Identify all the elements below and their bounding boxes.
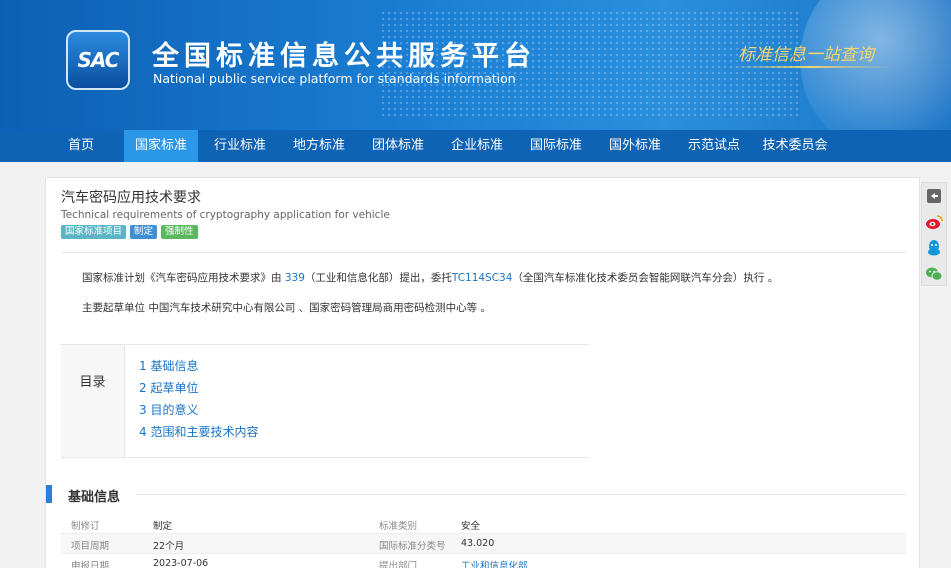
info-key: 项目周期: [71, 541, 110, 552]
info-key: 申报日期: [71, 561, 110, 568]
toc-item-scope[interactable]: 4 范围和主要技术内容: [139, 423, 258, 440]
site-title-cn: 全国标准信息公共服务平台: [152, 41, 536, 72]
tag-project-type: 国家标准项目: [61, 225, 127, 239]
site-title-en: National public service platform for sta…: [153, 71, 516, 86]
toc-item-purpose[interactable]: 3 目的意义: [139, 401, 198, 418]
table-of-contents: 目录 1 基础信息 2 起草单位 3 目的意义 4 范围和主要技术内容: [61, 344, 589, 458]
info-key: 提出部门: [379, 561, 418, 568]
tag-list: 国家标准项目 制定 强制性: [61, 225, 198, 239]
wechat-icon[interactable]: [922, 261, 946, 287]
toc-label: 目录: [61, 345, 125, 457]
info-key: 标准类别: [379, 521, 418, 532]
info-row: 制修订 制定 标准类别 安全: [61, 514, 906, 534]
nav-item-international[interactable]: 国际标准: [519, 130, 593, 162]
nav-item-foreign[interactable]: 国外标准: [598, 130, 672, 162]
sac-logo[interactable]: SAC: [66, 30, 130, 90]
info-value: 安全: [461, 521, 481, 532]
drafting-units-summary: 主要起草单位 中国汽车技术研究中心有限公司 、国家密码管理局商用密码检测中心等 …: [82, 302, 492, 314]
info-key: 制修订: [71, 521, 100, 532]
section-divider: [136, 494, 906, 495]
nav-item-tech-committee[interactable]: 技术委员会: [756, 130, 834, 162]
weibo-icon[interactable]: [922, 209, 946, 235]
back-icon[interactable]: [922, 183, 946, 209]
plan-description: 国家标准计划《汽车密码应用技术要求》由 339（工业和信息化部）提出，委托TC1…: [82, 270, 778, 285]
committee-link[interactable]: TC114SC34: [452, 272, 513, 284]
nav-item-home[interactable]: 首页: [52, 130, 110, 162]
tag-mandatory: 强制性: [161, 225, 198, 239]
proposer-link[interactable]: 339: [285, 272, 305, 284]
main-nav: 首页 国家标准 行业标准 地方标准 团体标准 企业标准 国际标准 国外标准 示范…: [0, 130, 951, 162]
toc-item-drafting-units[interactable]: 2 起草单位: [139, 379, 198, 396]
section-title-basic-info: 基础信息: [68, 490, 121, 505]
tag-formulate: 制定: [130, 225, 158, 239]
info-row: 项目周期 22个月 国际标准分类号 43.020: [61, 534, 906, 554]
info-row: 申报日期 2023-07-06 提出部门 工业和信息化部: [61, 554, 906, 568]
info-value: 制定: [153, 521, 173, 532]
standard-title: 汽车密码应用技术要求: [61, 190, 201, 206]
nav-item-national[interactable]: 国家标准: [124, 130, 198, 162]
section-marker: [46, 485, 52, 503]
standard-subtitle: Technical requirements of cryptography a…: [61, 209, 390, 221]
nav-item-enterprise[interactable]: 企业标准: [440, 130, 514, 162]
info-value: 2023-07-06: [153, 558, 209, 568]
nav-item-local[interactable]: 地方标准: [282, 130, 356, 162]
nav-item-industry[interactable]: 行业标准: [203, 130, 277, 162]
plan-desc-mid: （工业和信息化部）提出，委托: [304, 272, 452, 284]
slogan: 标准信息一站查询: [738, 45, 874, 65]
proposing-dept-link[interactable]: 工业和信息化部: [461, 558, 528, 568]
info-value: 22个月: [153, 541, 185, 552]
logo-text: SAC: [77, 48, 120, 72]
share-toolbar: [921, 182, 947, 286]
info-key: 国际标准分类号: [379, 541, 446, 552]
nav-item-group[interactable]: 团体标准: [361, 130, 435, 162]
plan-desc-suffix: （全国汽车标准化技术委员会智能网联汽车分会）执行 。: [512, 272, 779, 284]
toc-item-basic-info[interactable]: 1 基础信息: [139, 357, 198, 374]
nav-item-pilot[interactable]: 示范试点: [677, 130, 751, 162]
standard-detail-card: 汽车密码应用技术要求 Technical requirements of cry…: [45, 177, 920, 568]
info-value: 43.020: [461, 538, 495, 549]
slogan-underline: [730, 66, 890, 68]
globe-decoration: [800, 0, 951, 130]
site-header: SAC 全国标准信息公共服务平台 National public service…: [0, 0, 951, 130]
divider: [61, 252, 906, 253]
qq-icon[interactable]: [922, 235, 946, 261]
plan-desc-prefix: 国家标准计划《汽车密码应用技术要求》由: [82, 272, 285, 284]
